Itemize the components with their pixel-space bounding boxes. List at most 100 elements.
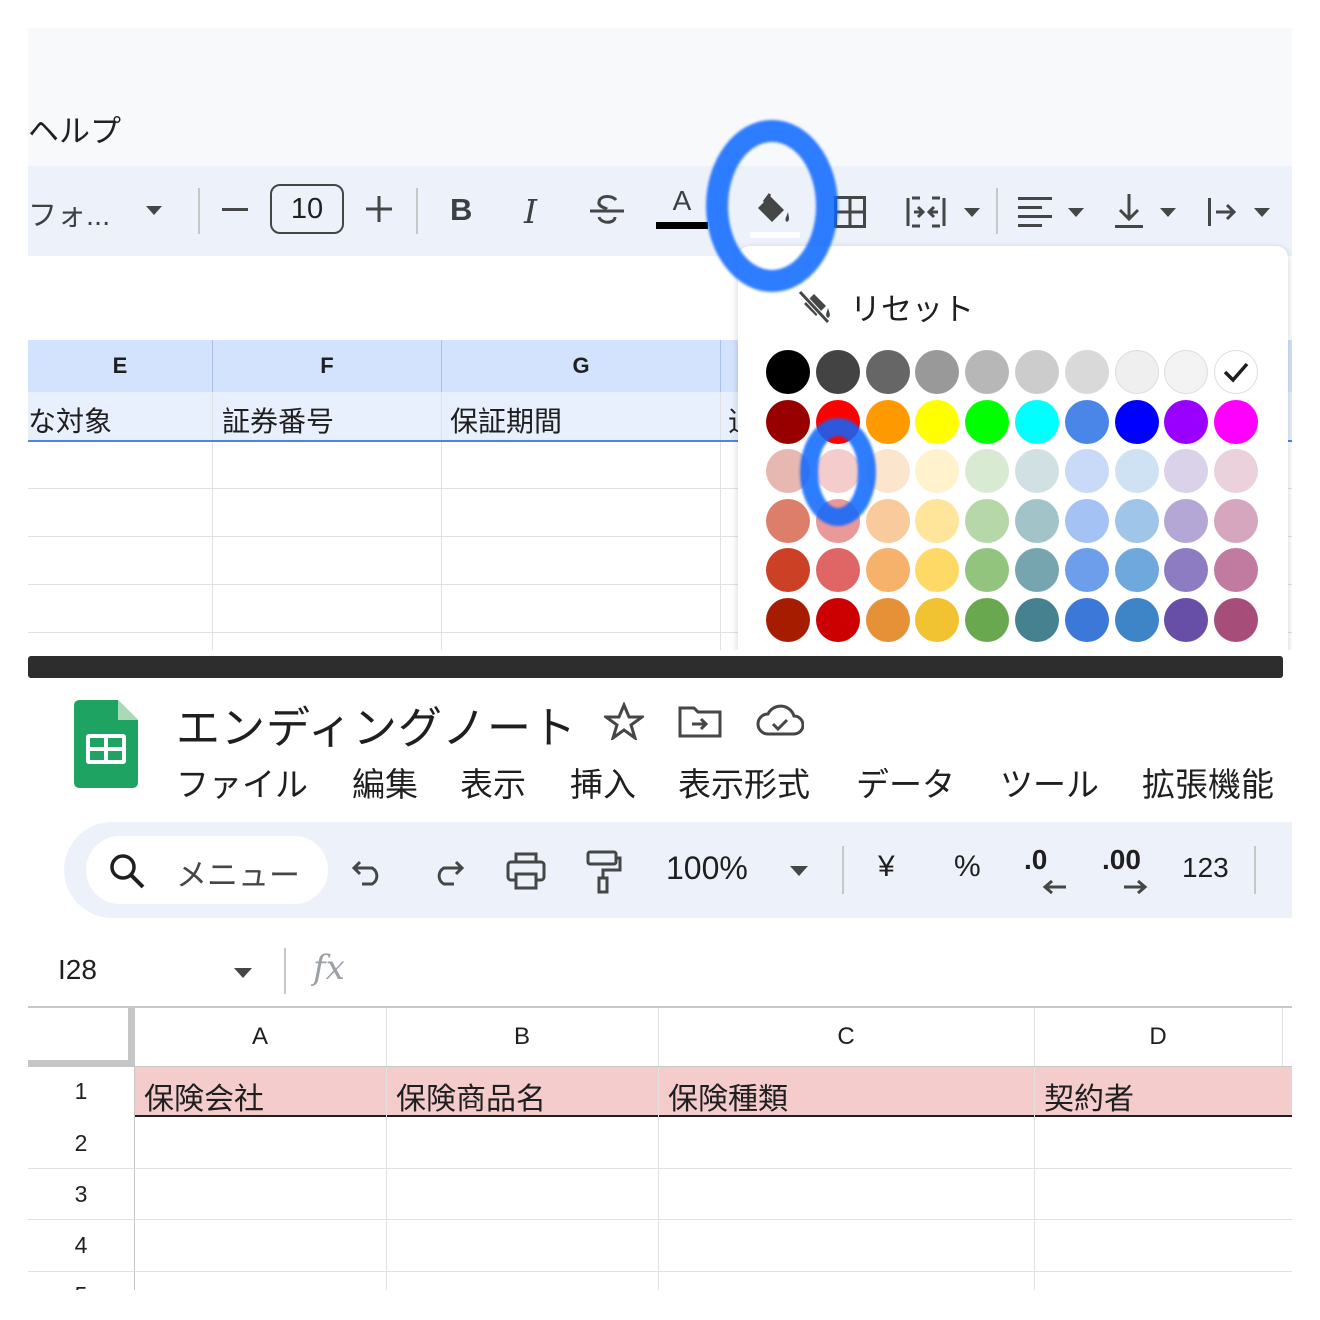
decrease-font-size-icon[interactable] <box>222 208 248 212</box>
vertical-align-icon[interactable] <box>1114 192 1144 230</box>
font-family-select[interactable]: フォ... <box>28 192 110 234</box>
column-header-d[interactable]: D <box>1034 1008 1282 1066</box>
color-swatch[interactable] <box>1114 498 1159 543</box>
document-title[interactable]: エンディングノート <box>176 692 577 756</box>
print-icon[interactable] <box>506 852 546 890</box>
color-swatch[interactable] <box>865 350 910 394</box>
color-swatch[interactable] <box>965 598 1010 642</box>
increase-decimal-button[interactable]: .00 <box>1102 844 1148 894</box>
color-swatch[interactable] <box>1064 548 1109 593</box>
color-swatch[interactable] <box>865 548 910 593</box>
color-swatch[interactable] <box>1064 399 1109 444</box>
font-family-dropdown-icon[interactable] <box>146 206 162 216</box>
column-header-f[interactable]: F <box>213 340 441 392</box>
color-swatch[interactable] <box>1064 498 1109 543</box>
menu-tools[interactable]: ツール <box>1000 758 1099 806</box>
color-swatch[interactable] <box>1114 598 1159 642</box>
color-swatch[interactable] <box>1214 449 1259 494</box>
row-header-4[interactable]: 4 <box>28 1232 134 1259</box>
text-color-button[interactable]: A <box>656 184 708 229</box>
borders-icon[interactable] <box>834 196 866 228</box>
color-swatch[interactable] <box>766 548 810 593</box>
cell-g1[interactable]: 保証期間 <box>450 400 562 440</box>
cell-f1[interactable]: 証券番号 <box>222 400 334 440</box>
color-swatch[interactable] <box>965 498 1010 543</box>
color-swatch[interactable] <box>1114 350 1159 394</box>
name-box-dropdown-icon[interactable] <box>234 968 252 979</box>
menu-extensions[interactable]: 拡張機能 <box>1142 758 1274 806</box>
color-swatch[interactable] <box>766 399 810 444</box>
color-swatch[interactable] <box>1015 449 1059 494</box>
color-swatch[interactable] <box>766 598 810 642</box>
reset-color-icon[interactable] <box>796 288 832 324</box>
color-swatch[interactable] <box>1015 598 1059 642</box>
color-swatch[interactable] <box>915 598 960 642</box>
color-swatch[interactable] <box>915 498 960 543</box>
color-swatch[interactable] <box>1015 498 1059 543</box>
row-header-3[interactable]: 3 <box>28 1181 134 1208</box>
menu-data[interactable]: データ <box>856 758 955 806</box>
align-dropdown-icon[interactable] <box>1068 208 1084 218</box>
redo-icon[interactable] <box>430 856 464 886</box>
menu-help[interactable]: ヘルプ <box>28 106 121 151</box>
move-folder-icon[interactable] <box>678 704 722 738</box>
color-swatch[interactable] <box>815 350 860 394</box>
cloud-saved-icon[interactable] <box>756 704 804 738</box>
color-swatch[interactable] <box>1164 449 1209 494</box>
color-swatch[interactable] <box>965 350 1010 394</box>
color-swatch[interactable] <box>1015 399 1059 444</box>
merge-cells-icon[interactable] <box>906 194 946 230</box>
row-header-5[interactable]: 5 <box>28 1282 134 1290</box>
menu-view[interactable]: 表示 <box>460 758 526 806</box>
row-header-1[interactable]: 1 <box>28 1078 134 1105</box>
search-menus-box[interactable]: メニュー <box>86 836 328 904</box>
color-swatch[interactable] <box>865 498 910 543</box>
zoom-select[interactable]: 100% <box>666 850 748 887</box>
color-swatch[interactable] <box>1164 598 1209 642</box>
column-header-a[interactable]: A <box>134 1008 386 1066</box>
wrap-dropdown-icon[interactable] <box>1254 208 1270 218</box>
color-swatch[interactable] <box>915 449 960 494</box>
select-all-corner[interactable] <box>28 1008 134 1066</box>
cell-a1[interactable]: 保険会社 <box>144 1074 264 1118</box>
font-size-input[interactable]: 10 <box>270 184 344 234</box>
column-header-e[interactable]: E <box>28 340 212 392</box>
color-swatch[interactable] <box>1164 498 1209 543</box>
color-swatch[interactable] <box>865 399 910 444</box>
row-header-2[interactable]: 2 <box>28 1130 134 1157</box>
color-swatch[interactable] <box>1114 548 1159 593</box>
horizontal-align-icon[interactable] <box>1018 196 1052 228</box>
color-swatch[interactable] <box>1214 498 1259 543</box>
strikethrough-icon[interactable] <box>588 192 626 228</box>
color-swatch[interactable] <box>915 350 960 394</box>
column-header-g[interactable]: G <box>442 340 720 392</box>
star-icon[interactable] <box>604 702 644 740</box>
color-swatch[interactable] <box>965 399 1010 444</box>
color-swatch[interactable] <box>1015 350 1059 394</box>
reset-color-option[interactable]: リセット <box>850 284 974 329</box>
column-header-b[interactable]: B <box>386 1008 658 1066</box>
color-swatch[interactable] <box>1214 598 1259 642</box>
zoom-dropdown-icon[interactable] <box>790 866 808 877</box>
color-swatch[interactable] <box>1164 548 1209 593</box>
color-swatch[interactable] <box>766 498 810 543</box>
color-swatch[interactable] <box>1064 598 1109 642</box>
menu-file[interactable]: ファイル <box>176 758 308 806</box>
color-swatch[interactable] <box>815 548 860 593</box>
color-swatch[interactable] <box>815 598 860 642</box>
menu-insert[interactable]: 挿入 <box>570 758 636 806</box>
color-swatch-selected[interactable] <box>1214 350 1259 394</box>
text-wrap-icon[interactable] <box>1206 196 1238 228</box>
color-swatch[interactable] <box>915 548 960 593</box>
undo-icon[interactable] <box>352 856 386 886</box>
cell-d1[interactable]: 契約者 <box>1044 1074 1134 1118</box>
color-swatch[interactable] <box>965 548 1010 593</box>
color-swatch[interactable] <box>1214 548 1259 593</box>
color-swatch[interactable] <box>1164 399 1209 444</box>
italic-button[interactable]: I <box>524 192 537 231</box>
name-box[interactable]: I28 <box>58 954 97 986</box>
color-swatch[interactable] <box>1064 449 1109 494</box>
increase-font-size-icon[interactable] <box>366 196 392 222</box>
color-swatch[interactable] <box>915 399 960 444</box>
bold-button[interactable]: B <box>450 192 472 228</box>
